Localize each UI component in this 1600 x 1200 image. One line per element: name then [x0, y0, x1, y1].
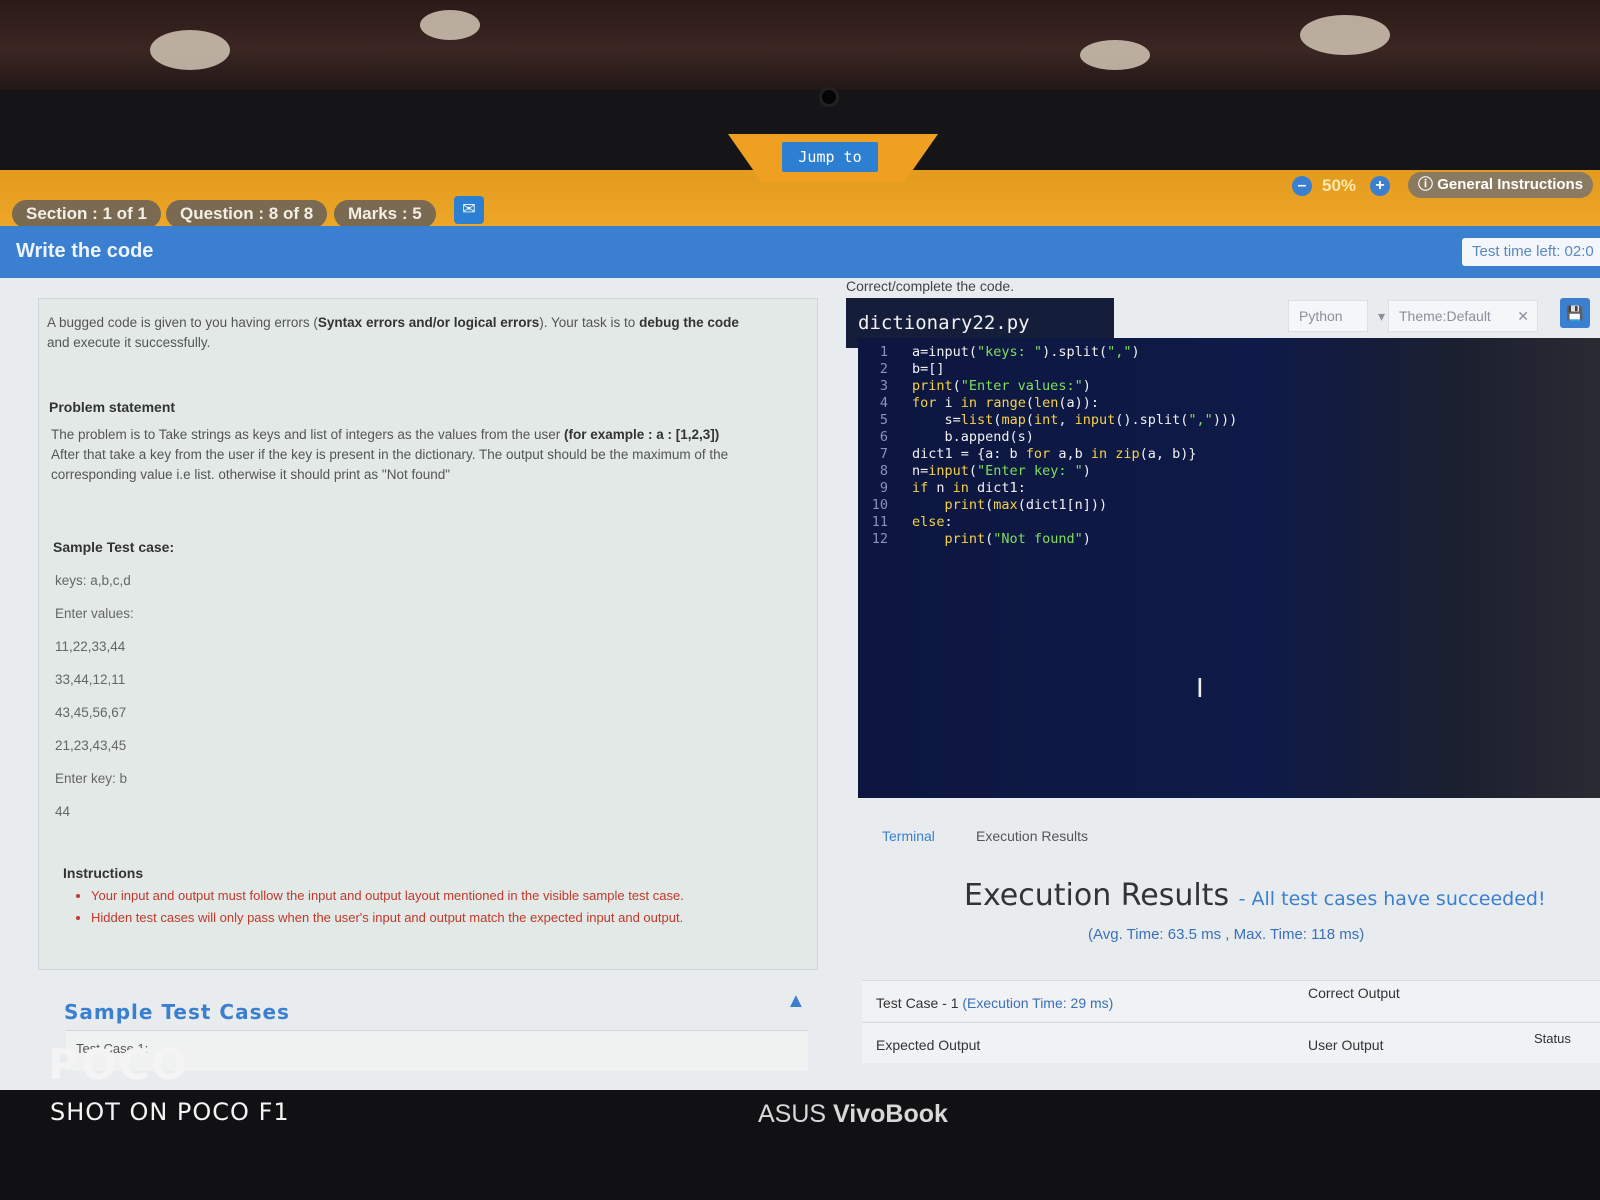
intro-bold-2: debug the code: [639, 315, 739, 330]
status-label: Status: [1534, 1031, 1571, 1046]
instructions-list: Your input and output must follow the in…: [73, 885, 811, 929]
tab-terminal[interactable]: Terminal: [882, 828, 935, 844]
output-header-row: Expected Output User Output Status: [862, 1022, 1600, 1063]
code-line[interactable]: 4 for i in range(len(a)):: [858, 395, 1099, 412]
execution-heading: Execution Results: [964, 878, 1230, 913]
statement-example: (for example : a : [1,2,3]): [564, 427, 720, 442]
code-line[interactable]: 2 b=[]: [858, 361, 945, 378]
save-icon[interactable]: 💾: [1560, 298, 1590, 328]
code-editor[interactable]: 1 a=input("keys: ").split(",") 2 b=[] 3 pri…: [858, 338, 1600, 798]
code-line[interactable]: 8 n=input("Enter key: "): [858, 463, 1091, 480]
problem-panel: A bugged code is given to you having err…: [38, 298, 818, 970]
editor-instruction: Correct/complete the code.: [846, 278, 1015, 294]
camera-watermark: POCO: [48, 1040, 190, 1089]
brand-vivobook: VivoBook: [833, 1100, 948, 1128]
code-line[interactable]: 1 a=input("keys: ").split(","): [858, 344, 1140, 361]
tab-execution-results[interactable]: Execution Results: [976, 828, 1088, 844]
case-label: Test Case - 1: [876, 995, 959, 1011]
page-title: Write the code: [16, 240, 154, 262]
sample-line: Enter key: b: [55, 771, 128, 786]
instruction-item: Your input and output must follow the in…: [91, 885, 811, 907]
chevron-down-icon: ▾: [1377, 308, 1385, 324]
execution-status: - All test cases have succeeded!: [1238, 888, 1546, 910]
text-cursor-icon: I: [1196, 674, 1204, 704]
sample-line: keys: a,b,c,d: [55, 573, 131, 588]
user-output-label: User Output: [1308, 1037, 1384, 1053]
chat-icon[interactable]: ✉: [454, 196, 484, 224]
marks-badge: Marks : 5: [334, 200, 436, 228]
statement-text-3: corresponding value i.e list. otherwise …: [51, 467, 451, 482]
close-icon[interactable]: ✕: [1517, 301, 1529, 331]
result-row[interactable]: Test Case - 1 (Execution Time: 29 ms) Co…: [862, 980, 1600, 1021]
language-value: Python: [1299, 308, 1343, 324]
statement-text: The problem is to Take strings as keys a…: [51, 427, 564, 442]
language-select[interactable]: Python ▾: [1288, 300, 1385, 332]
correct-output-label: Correct Output: [1308, 985, 1400, 1001]
statement-text-2: After that take a key from the user if t…: [51, 447, 729, 462]
theme-value: Theme:Default: [1399, 308, 1491, 324]
chevron-up-icon[interactable]: ▲: [786, 990, 806, 1013]
code-line[interactable]: 3 print("Enter values:"): [858, 378, 1091, 395]
execution-results-title: Execution Results - All test cases have …: [964, 878, 1546, 913]
zoom-in-icon[interactable]: +: [1370, 176, 1390, 196]
test-case-result: Test Case - 1 (Execution Time: 29 ms): [876, 995, 1113, 1011]
zoom-level: 50%: [1322, 176, 1357, 195]
sample-line: Enter values:: [55, 606, 134, 621]
code-line[interactable]: 12 print("Not found"): [858, 531, 1091, 548]
section-badge[interactable]: Section : 1 of 1: [12, 200, 161, 228]
code-line[interactable]: 11 else:: [858, 514, 953, 531]
general-instructions-button[interactable]: ⓘ General Instructions: [1408, 172, 1594, 198]
expected-output-label: Expected Output: [876, 1037, 981, 1053]
background-fabric: [0, 0, 1600, 100]
webcam: [822, 90, 836, 104]
code-line[interactable]: 10 print(max(dict1[n])): [858, 497, 1107, 514]
problem-statement: The problem is to Take strings as keys a…: [51, 425, 791, 485]
time-left: Test time left: 02:0: [1462, 238, 1600, 266]
instruction-item: Hidden test cases will only pass when th…: [91, 907, 811, 929]
info-icon: ⓘ: [1418, 176, 1434, 193]
intro-bold: Syntax errors and/or logical errors: [317, 315, 540, 330]
execution-timing: (Avg. Time: 63.5 ms , Max. Time: 118 ms): [1088, 926, 1365, 943]
camera-caption: SHOT ON POCO F1: [50, 1098, 290, 1126]
code-line[interactable]: 5 s=list(map(int, input().split(","))): [858, 412, 1237, 429]
file-name: dictionary22.py: [858, 312, 1030, 334]
general-instructions-label: General Instructions: [1437, 176, 1584, 193]
brand-asus: ASUS: [758, 1100, 827, 1128]
laptop-logo: ASUS VivoBook: [758, 1100, 948, 1129]
jump-to-button[interactable]: Jump to: [782, 142, 878, 172]
case-time: (Execution Time: 29 ms): [962, 995, 1114, 1011]
question-badge[interactable]: Question : 8 of 8: [166, 200, 328, 228]
statement-heading: Problem statement: [49, 399, 176, 415]
code-line[interactable]: 9 if n in dict1:: [858, 480, 1026, 497]
theme-select[interactable]: Theme:Default ✕: [1388, 300, 1538, 332]
sample-line: 44: [55, 804, 71, 819]
sample-line: 11,22,33,44: [55, 639, 126, 654]
intro-text-3: and execute it successfully.: [47, 335, 211, 350]
sample-line: 33,44,12,11: [55, 672, 126, 687]
question-header: Write the code Test time left: 02:0: [0, 226, 1600, 278]
intro-text-2: ). Your task is to: [539, 315, 640, 330]
intro-text: A bugged code is given to you having err…: [47, 315, 318, 330]
zoom-out-icon[interactable]: –: [1292, 176, 1312, 196]
sample-line: 43,45,56,67: [55, 705, 127, 720]
exam-screen: Section : 1 of 1 Question : 8 of 8 Marks…: [0, 170, 1600, 1090]
sample-heading: Sample Test case:: [53, 539, 175, 555]
code-line[interactable]: 7 dict1 = {a: b for a,b in zip(a, b)}: [858, 446, 1197, 463]
instructions-heading: Instructions: [63, 865, 144, 881]
problem-intro: A bugged code is given to you having err…: [47, 313, 787, 353]
sample-line: 21,23,43,45: [55, 738, 127, 753]
sample-test-cases-title: Sample Test Cases: [64, 1000, 290, 1024]
code-line[interactable]: 6 b.append(s): [858, 429, 1034, 446]
